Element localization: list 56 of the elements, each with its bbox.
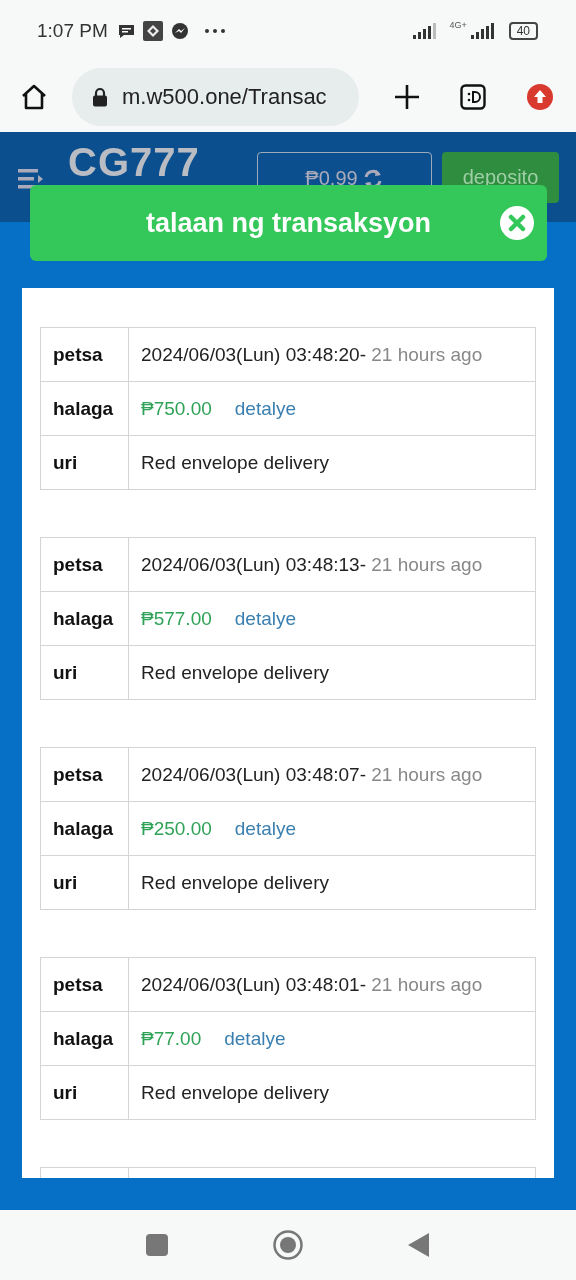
balance-amount: ₱0.99 bbox=[305, 167, 358, 190]
amount-text: ₱250.00 bbox=[141, 817, 212, 840]
detail-link[interactable]: detalye bbox=[234, 397, 297, 420]
app-icon bbox=[142, 21, 163, 41]
field-label: petsa bbox=[41, 328, 129, 381]
type-text: Red envelope delivery bbox=[141, 1081, 329, 1104]
detail-link[interactable]: detalye bbox=[234, 817, 297, 840]
type-text: Red envelope delivery bbox=[141, 871, 329, 894]
field-label: uri bbox=[41, 856, 129, 909]
back-icon[interactable] bbox=[408, 1233, 430, 1257]
network-label: 4G+ bbox=[449, 20, 467, 30]
address-bar[interactable]: m.w500.one/Transac bbox=[72, 68, 359, 126]
close-icon[interactable] bbox=[500, 206, 534, 240]
field-label: uri bbox=[41, 1066, 129, 1119]
detail-link[interactable]: detalye bbox=[234, 607, 297, 630]
recents-icon[interactable] bbox=[146, 1234, 168, 1256]
detail-link[interactable]: detalye bbox=[224, 1027, 286, 1050]
dialog-title: talaan ng transaksyon bbox=[145, 207, 432, 239]
field-label: halaga bbox=[41, 592, 129, 645]
date-text: 2024/06/03(Lun) 03:48:07- bbox=[141, 763, 366, 786]
menu-icon[interactable] bbox=[18, 166, 44, 192]
field-label: halaga bbox=[41, 1012, 129, 1065]
field-label: uri bbox=[41, 646, 129, 699]
home-icon[interactable] bbox=[20, 83, 48, 111]
logo: CG777 bbox=[68, 141, 201, 183]
message-icon bbox=[117, 23, 135, 39]
amount-text: ₱577.00 bbox=[141, 607, 212, 630]
field-label: halaga bbox=[41, 382, 129, 435]
relative-time: 21 hours ago bbox=[371, 763, 483, 786]
field-label: uri bbox=[41, 436, 129, 489]
field-label: petsa bbox=[41, 538, 129, 591]
relative-time: 21 hours ago bbox=[371, 973, 483, 996]
field-label: halaga bbox=[41, 802, 129, 855]
signal-icon bbox=[413, 23, 438, 39]
date-text: 2024/06/03(Lun) 03:48:20- bbox=[141, 343, 366, 366]
status-time: 1:07 PM bbox=[37, 20, 108, 42]
date-text: 2024/06/03(Lun) 03:48:01- bbox=[141, 973, 366, 996]
messenger-icon bbox=[170, 22, 189, 40]
relative-time: 21 hours ago bbox=[371, 553, 483, 576]
field-label: petsa bbox=[41, 958, 129, 1011]
more-icon bbox=[204, 29, 225, 33]
type-text: Red envelope delivery bbox=[141, 451, 329, 474]
relative-time: 21 hours ago bbox=[371, 343, 483, 366]
lock-icon bbox=[92, 87, 108, 107]
type-text: Red envelope delivery bbox=[141, 661, 329, 684]
upload-icon[interactable] bbox=[526, 83, 554, 111]
amount-text: ₱750.00 bbox=[141, 397, 212, 420]
signal-icon bbox=[470, 23, 495, 39]
battery-indicator: 40 bbox=[508, 22, 538, 40]
plus-icon[interactable] bbox=[394, 84, 420, 110]
date-text: 2024/06/03(Lun) 03:48:13- bbox=[141, 553, 366, 576]
amount-text: ₱77.00 bbox=[141, 1027, 202, 1050]
home-button-icon[interactable] bbox=[273, 1230, 303, 1260]
field-label: petsa bbox=[41, 748, 129, 801]
tab-switcher-icon[interactable] bbox=[460, 84, 486, 110]
url-text: m.w500.one/Transac bbox=[122, 84, 327, 110]
